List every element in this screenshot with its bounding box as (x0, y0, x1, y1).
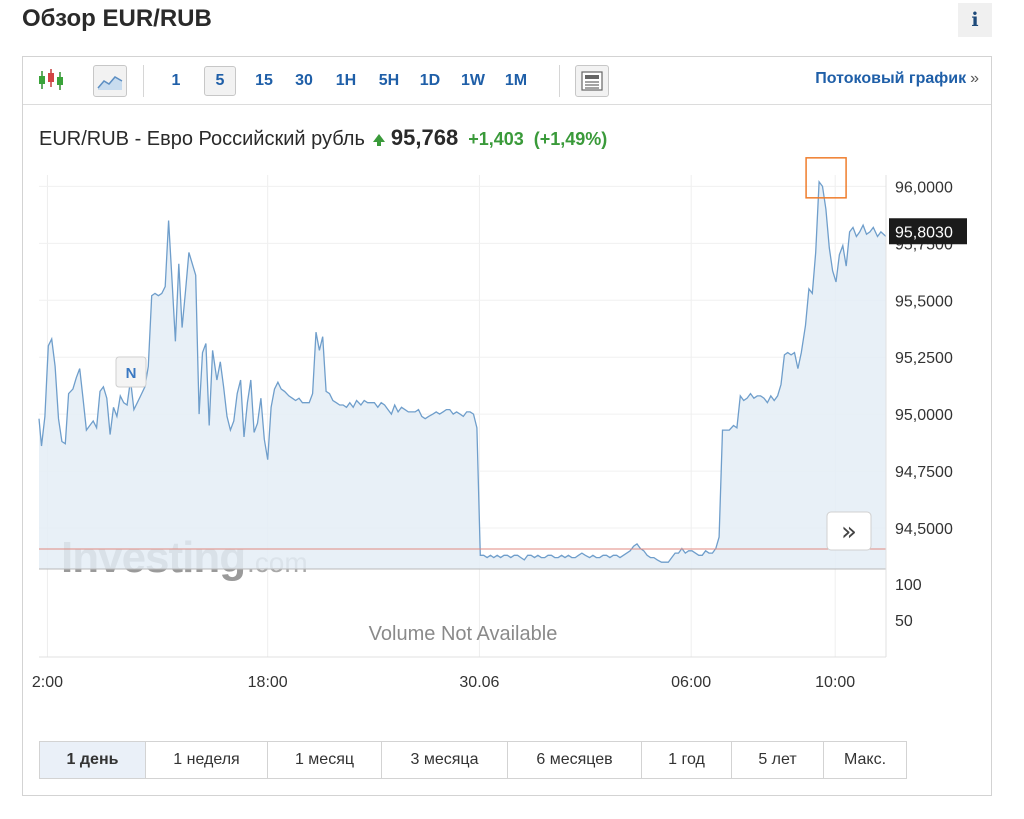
x-tick-label: 30.06 (459, 674, 499, 691)
x-tick-label: 18:00 (248, 674, 288, 691)
x-tick-label: 2:00 (32, 674, 63, 691)
current-price-label: 95,8030 (895, 224, 953, 241)
time-range-selector: 1 день 1 неделя 1 месяц 3 месяца 6 месяцев 1 … (39, 741, 907, 779)
y-tick-label: 95,2500 (895, 350, 953, 367)
range-button-1[interactable]: 1 неделя (146, 742, 268, 778)
range-button-7[interactable]: Макс. (824, 742, 906, 778)
range-button-6[interactable]: 5 лет (732, 742, 824, 778)
x-tick-label: 06:00 (671, 674, 711, 691)
y-tick-label: 96,0000 (895, 179, 953, 196)
range-button-3[interactable]: 3 месяца (382, 742, 508, 778)
price-area-fill (39, 181, 886, 570)
range-button-5[interactable]: 1 год (642, 742, 732, 778)
scroll-right-icon: » (841, 517, 857, 547)
y-tick-label: 94,7500 (895, 464, 953, 481)
y-tick-label: 95,0000 (895, 407, 953, 424)
chart-widget: 1 5 15 30 1H 5H 1D 1W 1M Потоковый график» EUR/R… (22, 56, 992, 796)
x-tick-label: 10:00 (815, 674, 855, 691)
y-tick-label: 94,5000 (895, 521, 953, 538)
info-button[interactable]: i (958, 3, 992, 37)
page-title: Обзор EUR/RUB (22, 5, 212, 32)
range-button-4[interactable]: 6 месяцев (508, 742, 642, 778)
volume-tick-label: 100 (895, 577, 922, 594)
highlight-box (805, 157, 847, 199)
y-tick-label: 95,5000 (895, 293, 953, 310)
range-button-2[interactable]: 1 месяц (268, 742, 382, 778)
news-marker-label: N (126, 365, 137, 382)
price-chart[interactable]: Investing.com96,000095,750095,500095,250… (23, 57, 991, 737)
volume-tick-label: 50 (895, 613, 913, 630)
volume-not-available-note: Volume Not Available (369, 623, 558, 645)
range-button-0[interactable]: 1 день (40, 742, 146, 778)
